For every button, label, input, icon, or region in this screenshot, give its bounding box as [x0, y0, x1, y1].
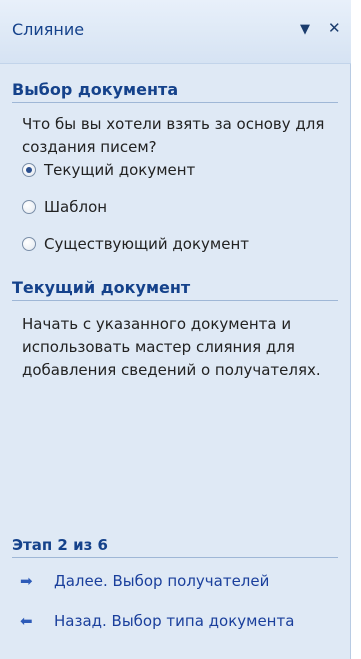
next-link[interactable]: ➡ Далее. Выбор получателей [20, 572, 269, 590]
radio-indicator [22, 237, 36, 251]
radio-label: Текущий документ [44, 161, 196, 179]
description-text: Начать с указанного документа и использо… [22, 315, 321, 379]
section-heading-select-document: Выбор документа [12, 80, 338, 103]
arrow-left-icon: ⬅ [20, 612, 33, 630]
pane-titlebar: Слияние ▼ ✕ [0, 0, 351, 64]
question-text: Что бы вы хотели взять за основу для соз… [22, 115, 325, 156]
triangle-down-icon[interactable]: ▼ [300, 22, 310, 37]
radio-template[interactable]: Шаблон [22, 198, 107, 216]
close-icon[interactable]: ✕ [328, 19, 341, 37]
mail-merge-pane: Слияние ▼ ✕ Выбор документа Что бы вы хо… [0, 0, 351, 659]
radio-current-document[interactable]: Текущий документ [22, 161, 195, 179]
section-heading-current-document: Текущий документ [12, 278, 338, 301]
step-indicator: Этап 2 из 6 [12, 536, 338, 558]
pane-title: Слияние [12, 20, 85, 39]
next-label: Далее. Выбор получателей [54, 572, 270, 590]
arrow-right-icon: ➡ [20, 572, 33, 590]
radio-existing-document[interactable]: Существующий документ [22, 235, 249, 253]
back-label: Назад. Выбор типа документа [54, 612, 295, 630]
radio-indicator [22, 163, 36, 177]
radio-label: Существующий документ [44, 235, 250, 253]
radio-label: Шаблон [44, 198, 108, 216]
radio-indicator [22, 200, 36, 214]
back-link[interactable]: ⬅ Назад. Выбор типа документа [20, 612, 294, 630]
